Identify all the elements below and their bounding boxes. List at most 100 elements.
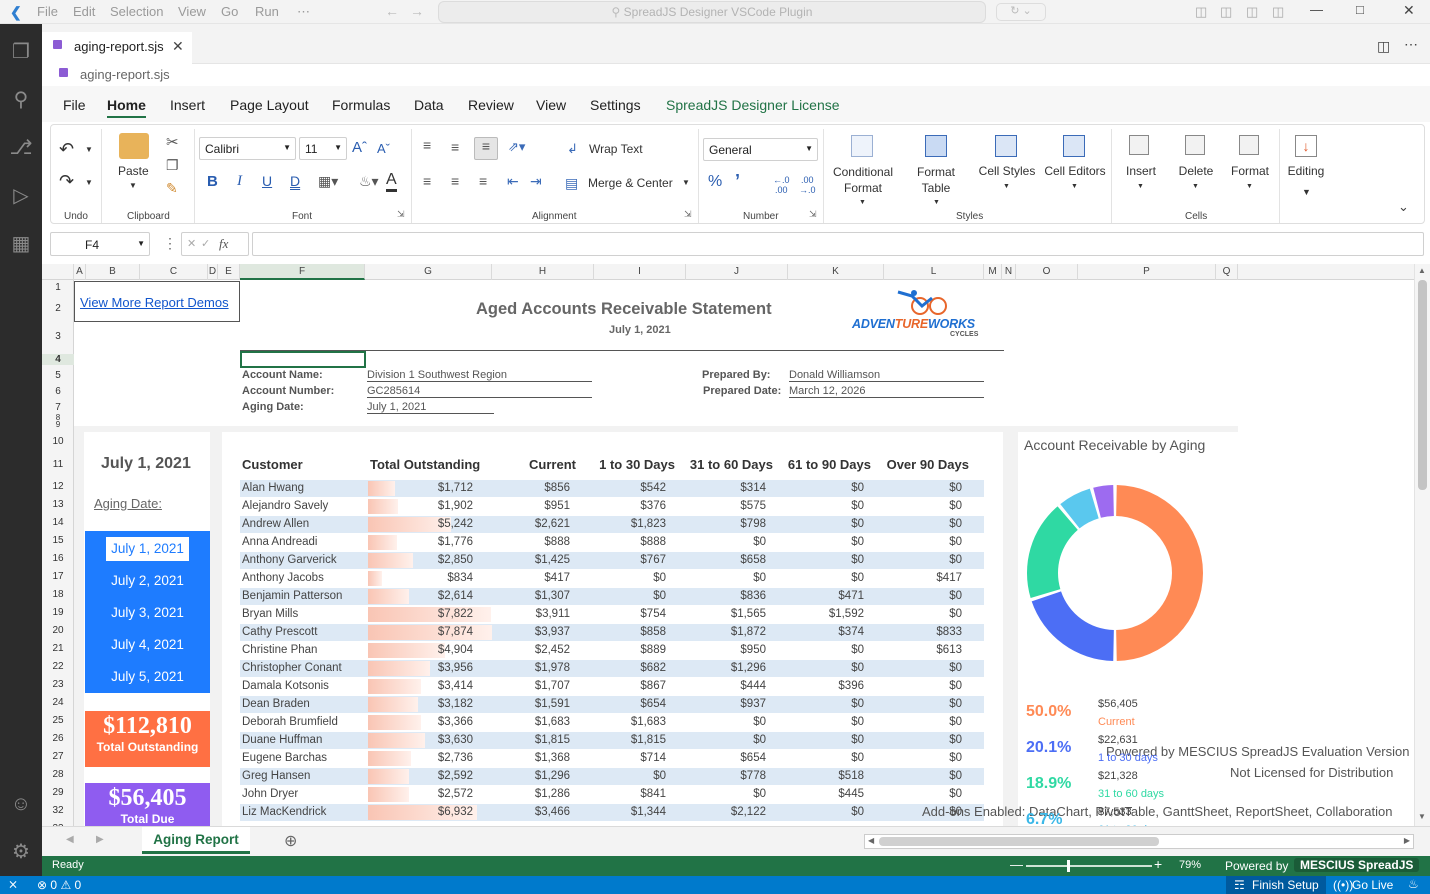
d90-value[interactable]: $0 bbox=[777, 734, 864, 746]
source-control-icon[interactable]: ⎇ bbox=[7, 134, 35, 162]
column-header[interactable]: A bbox=[74, 264, 86, 280]
confirm-icon[interactable]: ✓ bbox=[201, 237, 210, 250]
row-header[interactable]: 28 bbox=[42, 769, 74, 780]
d30-value[interactable]: $1,344 bbox=[586, 806, 666, 818]
current-value[interactable]: $3,937 bbox=[492, 626, 570, 638]
close-tab-icon[interactable]: ✕ bbox=[172, 38, 184, 55]
total-outstanding-value[interactable]: $2,592 bbox=[368, 770, 473, 782]
increase-decimal-icon[interactable]: ←.0.00 bbox=[773, 175, 790, 195]
format-cells-button[interactable]: Format bbox=[1228, 164, 1272, 178]
italic-icon[interactable]: I bbox=[237, 173, 242, 190]
copilot-button[interactable]: ↻ ⌄ bbox=[996, 3, 1046, 21]
customer-name[interactable]: Alan Hwang bbox=[242, 482, 304, 494]
errors-indicator[interactable]: ⊗ 0 ⚠ 0 bbox=[37, 878, 81, 892]
customer-name[interactable]: Eugene Barchas bbox=[242, 752, 327, 764]
borders-icon[interactable]: ▦▾ bbox=[318, 173, 338, 190]
total-outstanding-value[interactable]: $1,902 bbox=[368, 500, 473, 512]
column-header[interactable]: L bbox=[884, 264, 984, 280]
insert-function-icon[interactable]: fx bbox=[219, 236, 228, 252]
search-icon[interactable]: ⚲ bbox=[7, 86, 35, 114]
over90-value[interactable]: $0 bbox=[877, 788, 962, 800]
horizontal-scroll-thumb[interactable] bbox=[879, 837, 1159, 846]
alignment-dialog-launcher-icon[interactable]: ⇲ bbox=[684, 209, 692, 220]
current-value[interactable]: $2,452 bbox=[492, 644, 570, 656]
d30-value[interactable]: $889 bbox=[586, 644, 666, 656]
current-value[interactable]: $1,815 bbox=[492, 734, 570, 746]
row-header[interactable]: 24 bbox=[42, 697, 74, 708]
current-value[interactable]: $3,466 bbox=[492, 806, 570, 818]
ribbon-tab-page-layout[interactable]: Page Layout bbox=[230, 97, 309, 113]
customer-name[interactable]: Alejandro Savely bbox=[242, 500, 328, 512]
over90-value[interactable]: $0 bbox=[877, 734, 962, 746]
current-value[interactable]: $2,621 bbox=[492, 518, 570, 530]
d90-value[interactable]: $396 bbox=[777, 680, 864, 692]
number-dialog-launcher-icon[interactable]: ⇲ bbox=[809, 209, 817, 220]
run-debug-icon[interactable]: ▷ bbox=[7, 182, 35, 210]
d90-value[interactable]: $0 bbox=[777, 536, 864, 548]
current-value[interactable]: $3,911 bbox=[492, 608, 570, 620]
d60-value[interactable]: $2,122 bbox=[682, 806, 766, 818]
customer-name[interactable]: Cathy Prescott bbox=[242, 626, 317, 638]
editor-tab[interactable]: aging-report.sjs ✕ bbox=[42, 32, 192, 64]
d90-value[interactable]: $1,592 bbox=[777, 608, 864, 620]
customer-name[interactable]: Benjamin Patterson bbox=[242, 590, 342, 602]
customer-name[interactable]: Duane Huffman bbox=[242, 734, 322, 746]
d90-value[interactable]: $0 bbox=[777, 482, 864, 494]
total-outstanding-value[interactable]: $3,956 bbox=[368, 662, 473, 674]
menu-run[interactable]: Run bbox=[255, 4, 279, 19]
paste-dropdown-icon[interactable]: ▼ bbox=[129, 181, 137, 190]
align-bottom-icon[interactable]: ≡ bbox=[474, 137, 498, 160]
d60-value[interactable]: $798 bbox=[682, 518, 766, 530]
menu-go[interactable]: Go bbox=[221, 4, 238, 19]
more-actions-icon[interactable]: ⋯ bbox=[1404, 36, 1418, 53]
over90-value[interactable]: $0 bbox=[877, 662, 962, 674]
column-header[interactable]: C bbox=[140, 264, 208, 280]
column-header[interactable]: E bbox=[218, 264, 240, 280]
column-header[interactable]: P bbox=[1078, 264, 1216, 280]
ribbon-tab-settings[interactable]: Settings bbox=[590, 97, 641, 113]
d60-value[interactable]: $0 bbox=[682, 572, 766, 584]
prev-sheet-icon[interactable]: ◀ bbox=[66, 834, 74, 845]
back-arrow-icon[interactable]: ← bbox=[385, 3, 399, 19]
cut-icon[interactable]: ✂ bbox=[166, 133, 179, 151]
toggle-secondary-sidebar-icon[interactable]: ◫ bbox=[1272, 4, 1284, 20]
over90-value[interactable]: $833 bbox=[877, 626, 962, 638]
customer-name[interactable]: Christopher Conant bbox=[242, 662, 342, 674]
d30-value[interactable]: $888 bbox=[586, 536, 666, 548]
wrap-text-button[interactable]: Wrap Text bbox=[589, 142, 643, 156]
remote-icon[interactable]: ⨯ bbox=[8, 877, 18, 891]
over90-value[interactable]: $0 bbox=[877, 536, 962, 548]
d90-value[interactable]: $0 bbox=[777, 662, 864, 674]
d60-value[interactable]: $575 bbox=[682, 500, 766, 512]
column-header[interactable]: J bbox=[686, 264, 788, 280]
split-editor-icon[interactable]: ◫ bbox=[1377, 38, 1390, 55]
total-outstanding-value[interactable]: $3,414 bbox=[368, 680, 473, 692]
insert-cells-button[interactable]: Insert bbox=[1121, 164, 1161, 178]
d30-value[interactable]: $841 bbox=[586, 788, 666, 800]
over90-value[interactable]: $0 bbox=[877, 500, 962, 512]
row-header[interactable]: 10 bbox=[42, 436, 74, 447]
customer-name[interactable]: Deborah Brumfield bbox=[242, 716, 338, 728]
total-outstanding-value[interactable]: $3,366 bbox=[368, 716, 473, 728]
row-header[interactable]: 26 bbox=[42, 733, 74, 744]
customer-name[interactable]: Damala Kotsonis bbox=[242, 680, 329, 692]
extensions-icon[interactable]: ▦ bbox=[7, 230, 35, 258]
d60-value[interactable]: $444 bbox=[682, 680, 766, 692]
ribbon-tab-formulas[interactable]: Formulas bbox=[332, 97, 390, 113]
d30-value[interactable]: $0 bbox=[586, 590, 666, 602]
total-outstanding-value[interactable]: $7,874 bbox=[368, 626, 473, 638]
next-sheet-icon[interactable]: ▶ bbox=[96, 834, 104, 845]
close-window-icon[interactable]: ✕ bbox=[1403, 2, 1415, 19]
over90-value[interactable]: $0 bbox=[877, 680, 962, 692]
column-header[interactable]: K bbox=[788, 264, 884, 280]
current-value[interactable]: $1,978 bbox=[492, 662, 570, 674]
percent-icon[interactable]: % bbox=[708, 173, 722, 191]
d30-value[interactable]: $867 bbox=[586, 680, 666, 692]
total-outstanding-value[interactable]: $834 bbox=[368, 572, 473, 584]
row-header[interactable]: 29 bbox=[42, 787, 74, 798]
row-header[interactable]: 22 bbox=[42, 661, 74, 672]
editing-button[interactable]: Editing bbox=[1285, 164, 1327, 178]
row-header[interactable]: 16 bbox=[42, 553, 74, 564]
d90-value[interactable]: $0 bbox=[777, 572, 864, 584]
total-outstanding-value[interactable]: $5,242 bbox=[368, 518, 473, 530]
